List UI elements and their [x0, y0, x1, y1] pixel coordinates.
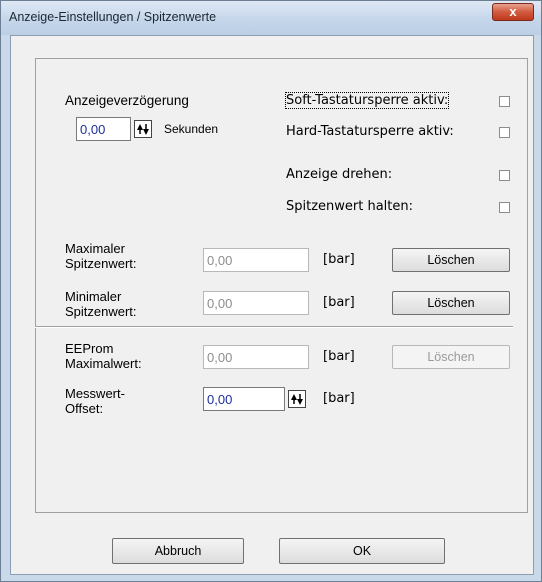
spin-arrows-icon	[291, 394, 303, 405]
dialog-client-area: Anzeigeverzögerung 0,00 Sekunden Soft-Ta…	[10, 35, 534, 575]
rotate-display-checkbox[interactable]	[499, 170, 510, 181]
min-peak-label: Minimaler Spitzenwert:	[65, 289, 137, 319]
hard-keylock-label[interactable]: Hard-Tastatursperre aktiv:	[286, 124, 454, 139]
offset-label: Messwert- Offset:	[65, 386, 125, 416]
min-peak-field: 0,00	[203, 291, 309, 315]
ok-button[interactable]: OK	[279, 538, 445, 564]
display-delay-input[interactable]: 0,00	[76, 117, 131, 141]
cancel-button[interactable]: Abbruch	[112, 538, 244, 564]
hard-keylock-checkbox[interactable]	[499, 127, 510, 138]
title-bar[interactable]: Anzeige-Einstellungen / Spitzenwerte x	[1, 1, 541, 35]
clear-min-peak-button[interactable]: Löschen	[392, 291, 510, 315]
soft-keylock-checkbox[interactable]	[499, 96, 510, 107]
close-button[interactable]: x	[492, 3, 534, 21]
clear-max-peak-button[interactable]: Löschen	[392, 248, 510, 272]
display-delay-label: Anzeigeverzögerung	[65, 93, 189, 108]
rotate-display-label[interactable]: Anzeige drehen:	[286, 167, 392, 182]
settings-group: Anzeigeverzögerung 0,00 Sekunden Soft-Ta…	[35, 58, 528, 513]
offset-spin-button[interactable]	[288, 390, 306, 408]
soft-keylock-label[interactable]: Soft-Tastatursperre aktiv:	[284, 92, 450, 109]
close-icon: x	[509, 4, 517, 19]
hold-peak-checkbox[interactable]	[499, 202, 510, 213]
max-peak-unit: [bar]	[323, 252, 355, 267]
max-peak-label: Maximaler Spitzenwert:	[65, 241, 137, 271]
offset-unit: [bar]	[323, 391, 355, 406]
eeprom-max-unit: [bar]	[323, 349, 355, 364]
min-peak-unit: [bar]	[323, 295, 355, 310]
spin-arrows-icon	[137, 124, 149, 135]
max-peak-field: 0,00	[203, 248, 309, 272]
eeprom-max-label: EEProm Maximalwert:	[65, 341, 142, 371]
display-delay-unit: Sekunden	[164, 122, 219, 136]
window-title: Anzeige-Einstellungen / Spitzenwerte	[9, 10, 217, 24]
eeprom-max-field: 0,00	[203, 345, 309, 369]
hold-peak-label[interactable]: Spitzenwert halten:	[286, 199, 413, 214]
display-delay-spin-button[interactable]	[134, 120, 152, 138]
offset-input[interactable]: 0,00	[203, 387, 285, 411]
clear-eeprom-max-button: Löschen	[392, 345, 510, 369]
separator-line	[35, 326, 513, 328]
dialog-window: Anzeige-Einstellungen / Spitzenwerte x A…	[0, 0, 542, 582]
